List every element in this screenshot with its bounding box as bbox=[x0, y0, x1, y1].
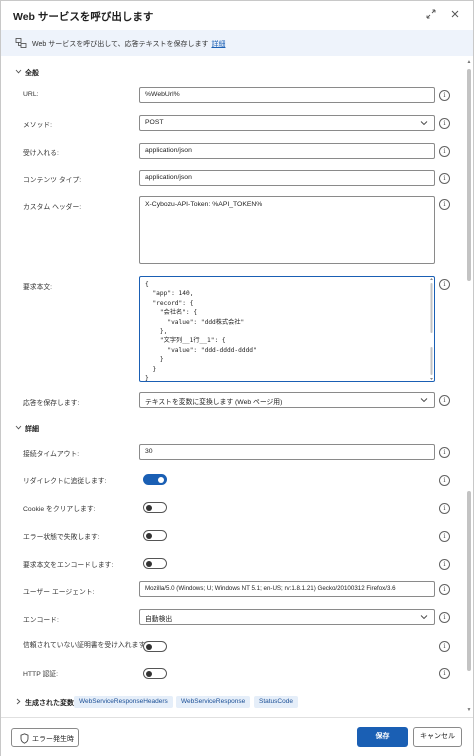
custom-headers-label: カスタム ヘッダー: bbox=[23, 204, 82, 211]
toggle-knob bbox=[146, 643, 152, 650]
variable-chip[interactable]: StatusCode bbox=[254, 696, 298, 708]
toggle-knob bbox=[146, 504, 152, 511]
url-input[interactable]: %WebUrl% bbox=[139, 87, 435, 103]
timeout-label: 接続タイムアウト: bbox=[23, 451, 80, 458]
chevron-down-icon bbox=[420, 119, 428, 127]
untrusted-cert-info-icon[interactable]: i bbox=[439, 641, 450, 652]
save-response-label: 応答を保存します: bbox=[23, 400, 80, 407]
chevron-down-icon bbox=[420, 396, 428, 404]
untrusted-cert-label: 信頼されていない証明書を受け入れます: bbox=[23, 642, 148, 649]
encode-body-toggle[interactable] bbox=[143, 558, 167, 569]
request-body-textarea[interactable]: { "app": 140, "record": { "会社名": { "valu… bbox=[139, 276, 435, 382]
info-text: Web サービスを呼び出して、応答テキストを保存します 詳細 bbox=[32, 39, 225, 49]
dialog-title: Web サービスを呼び出します bbox=[13, 11, 154, 23]
info-bar: Web サービスを呼び出して、応答テキストを保存します 詳細 bbox=[1, 30, 473, 56]
shield-icon bbox=[20, 733, 29, 744]
on-error-button[interactable]: エラー発生時 bbox=[11, 728, 79, 747]
close-icon[interactable] bbox=[449, 9, 461, 21]
toggle-knob bbox=[146, 532, 152, 539]
fail-on-error-label: エラー状態で失敗します: bbox=[23, 534, 100, 541]
follow-redirect-label: リダイレクトに追従します: bbox=[23, 478, 107, 485]
section-details-label: 詳細 bbox=[25, 426, 39, 433]
follow-redirect-info-icon[interactable]: i bbox=[439, 475, 450, 486]
content-type-info-icon[interactable]: i bbox=[439, 173, 450, 184]
chevron-down-icon bbox=[15, 68, 25, 77]
url-info-icon[interactable]: i bbox=[439, 90, 450, 101]
timeout-info-icon[interactable]: i bbox=[439, 447, 450, 458]
encoding-select[interactable]: 自動検出 bbox=[139, 609, 435, 625]
user-agent-label: ユーザー エージェント: bbox=[23, 589, 95, 596]
dialog-scrollbar[interactable]: ▲ ▼ bbox=[466, 59, 472, 717]
scroll-thumb-lower[interactable] bbox=[467, 491, 471, 671]
variable-chip[interactable]: WebServiceResponse bbox=[176, 696, 251, 708]
fail-on-error-toggle[interactable] bbox=[143, 530, 167, 541]
request-body-label: 要求本文: bbox=[23, 284, 53, 291]
section-variables-label: 生成された変数 bbox=[25, 700, 74, 707]
toggle-knob bbox=[146, 560, 152, 567]
http-auth-info-icon[interactable]: i bbox=[439, 668, 450, 679]
toggle-knob bbox=[146, 670, 152, 677]
clear-cookies-toggle[interactable] bbox=[143, 502, 167, 513]
save-button[interactable]: 保存 bbox=[357, 727, 408, 747]
url-label: URL: bbox=[23, 91, 39, 98]
details-link[interactable]: 詳細 bbox=[211, 41, 225, 48]
scroll-up-icon[interactable]: ▲ bbox=[466, 59, 472, 65]
accept-info-icon[interactable]: i bbox=[439, 146, 450, 157]
content-type-input[interactable]: application/json bbox=[139, 170, 435, 186]
toggle-knob bbox=[158, 476, 164, 483]
encode-body-info-icon[interactable]: i bbox=[439, 559, 450, 570]
expand-icon[interactable] bbox=[425, 9, 437, 21]
info-description: Web サービスを呼び出して、応答テキストを保存します bbox=[32, 41, 209, 48]
scroll-thumb[interactable] bbox=[467, 69, 471, 281]
section-variables[interactable]: 生成された変数 bbox=[15, 698, 74, 708]
on-error-label: エラー発生時 bbox=[32, 736, 74, 743]
section-details[interactable]: 詳細 bbox=[15, 424, 39, 434]
chevron-right-icon bbox=[15, 698, 25, 707]
encoding-info-icon[interactable]: i bbox=[439, 612, 450, 623]
http-auth-toggle[interactable] bbox=[143, 668, 167, 679]
accept-input[interactable]: application/json bbox=[139, 143, 435, 159]
method-value: POST bbox=[145, 119, 164, 126]
call-web-service-dialog: Web サービスを呼び出します Web サービスを呼び出して、応答テキストを保存… bbox=[0, 0, 474, 756]
cancel-button[interactable]: キャンセル bbox=[413, 727, 462, 747]
encoding-value: 自動検出 bbox=[145, 616, 173, 623]
method-label: メソッド: bbox=[23, 122, 53, 129]
user-agent-info-icon[interactable]: i bbox=[439, 584, 450, 595]
http-auth-label: HTTP 認証: bbox=[23, 671, 58, 678]
method-select[interactable]: POST bbox=[139, 115, 435, 131]
request-body-scrollbar[interactable] bbox=[429, 277, 434, 381]
timeout-input[interactable]: 30 bbox=[139, 444, 435, 460]
chevron-down-icon bbox=[15, 424, 25, 433]
clear-cookies-info-icon[interactable]: i bbox=[439, 503, 450, 514]
custom-headers-textarea[interactable]: X-Cybozu-API-Token: %API_TOKEN% bbox=[139, 196, 435, 264]
save-response-value: テキストを変数に変換します (Web ページ用) bbox=[145, 399, 283, 406]
scroll-down-icon[interactable]: ▼ bbox=[466, 707, 472, 713]
untrusted-cert-toggle[interactable] bbox=[143, 641, 167, 652]
user-agent-input[interactable]: Mozilla/5.0 (Windows; U; Windows NT 5.1;… bbox=[139, 581, 435, 597]
fail-on-error-info-icon[interactable]: i bbox=[439, 531, 450, 542]
chevron-down-icon bbox=[420, 613, 428, 621]
request-body-info-icon[interactable]: i bbox=[439, 279, 450, 290]
save-response-info-icon[interactable]: i bbox=[439, 395, 450, 406]
section-general-label: 全般 bbox=[25, 70, 39, 77]
accept-label: 受け入れる: bbox=[23, 150, 59, 157]
encoding-label: エンコード: bbox=[23, 617, 59, 624]
custom-headers-info-icon[interactable]: i bbox=[439, 199, 450, 210]
save-response-select[interactable]: テキストを変数に変換します (Web ページ用) bbox=[139, 392, 435, 408]
clear-cookies-label: Cookie をクリアします: bbox=[23, 506, 96, 513]
section-general[interactable]: 全般 bbox=[15, 68, 39, 78]
dialog-footer: エラー発生時 保存 キャンセル bbox=[1, 717, 473, 756]
encode-body-label: 要求本文をエンコードします: bbox=[23, 562, 114, 569]
follow-redirect-toggle[interactable] bbox=[143, 474, 167, 485]
variable-chip[interactable]: WebServiceResponseHeaders bbox=[74, 696, 173, 708]
method-info-icon[interactable]: i bbox=[439, 118, 450, 129]
web-service-icon bbox=[15, 37, 27, 49]
dialog-titlebar: Web サービスを呼び出します bbox=[1, 1, 473, 29]
content-type-label: コンテンツ タイプ: bbox=[23, 177, 82, 184]
